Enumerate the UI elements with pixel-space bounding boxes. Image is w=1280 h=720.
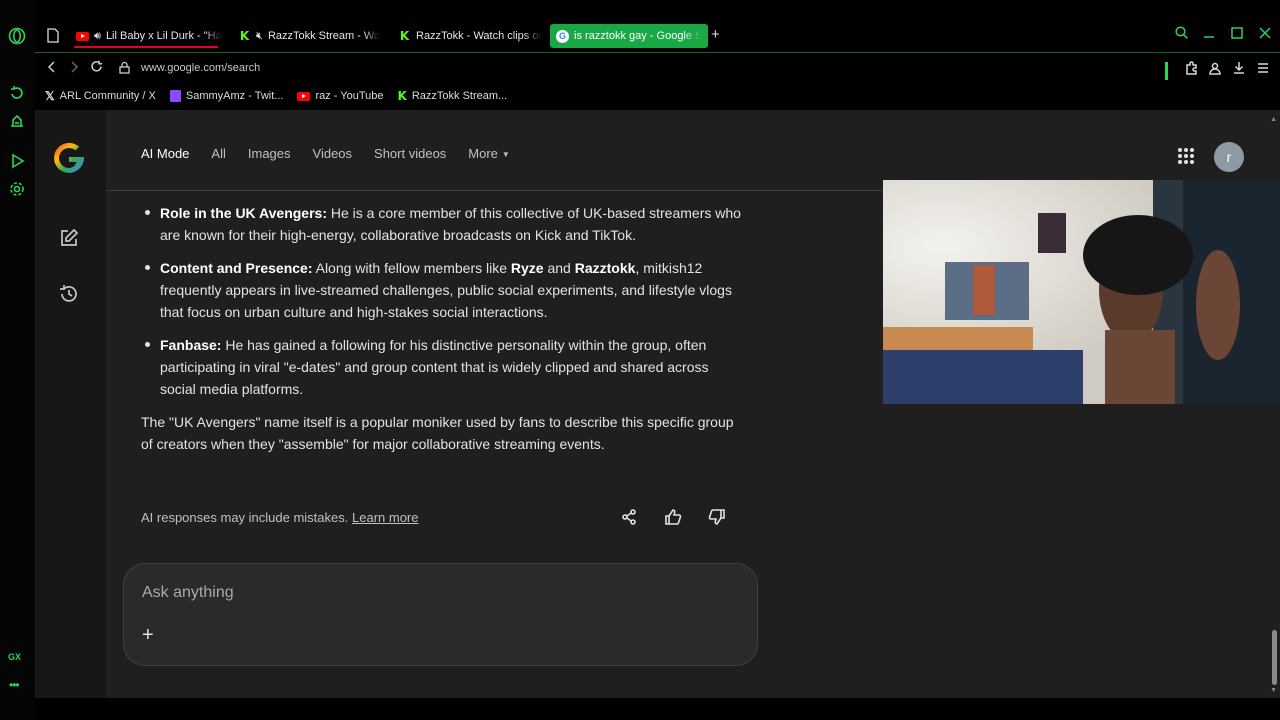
easy-setup-menu-icon[interactable] xyxy=(1256,61,1270,80)
gx-label[interactable]: GX xyxy=(8,652,21,662)
tab-bar: 🔊︎ Lil Baby x Lil Durk - "Ha K 🔇︎ RazzTo… xyxy=(35,22,1280,50)
tab-google-search[interactable]: G is razztokk gay - Google S xyxy=(550,24,708,48)
wallet-icon[interactable] xyxy=(1208,61,1222,80)
close-icon[interactable] xyxy=(1258,26,1272,39)
opera-logo-icon[interactable] xyxy=(6,25,28,47)
feedback-actions xyxy=(620,508,726,531)
sidebar-more-icon[interactable]: ••• xyxy=(9,678,20,692)
search-tabs: AI Mode All Images Videos Short videos M… xyxy=(141,146,510,161)
share-icon[interactable] xyxy=(620,508,638,531)
bookmark-razztokk-stream[interactable]: K RazzTokk Stream... xyxy=(398,89,508,103)
scrollbar-thumb[interactable] xyxy=(1272,630,1277,685)
toolbar-accent-bar xyxy=(1165,61,1168,80)
youtube-icon xyxy=(297,91,311,101)
tab-short-videos[interactable]: Short videos xyxy=(374,146,446,161)
extensions-icon[interactable] xyxy=(1184,61,1198,80)
url-field[interactable]: www.google.com/search xyxy=(141,62,260,74)
webcam-overlay xyxy=(883,180,1280,404)
ask-anything-box[interactable]: Ask anything + xyxy=(123,563,758,666)
back-icon[interactable] xyxy=(47,60,57,76)
youtube-icon xyxy=(76,30,89,43)
new-chat-edit-icon[interactable] xyxy=(59,228,79,248)
thumbs-up-icon[interactable] xyxy=(664,508,682,531)
bookmark-arl-community[interactable]: 𝕏 ARL Community / X xyxy=(45,89,156,103)
tab-images[interactable]: Images xyxy=(248,146,291,161)
caret-down-icon: ▼ xyxy=(501,150,510,160)
minimize-icon[interactable] xyxy=(1202,27,1216,39)
gx-corner-icon[interactable] xyxy=(6,110,28,132)
ai-disclaimer: AI responses may include mistakes. Learn… xyxy=(141,510,419,525)
reload-icon[interactable] xyxy=(90,60,103,76)
answer-bullet: Content and Presence: Along with fellow … xyxy=(141,257,746,323)
search-tabs-icon[interactable] xyxy=(1174,26,1188,39)
scroll-up-arrow-icon[interactable]: ▲ xyxy=(1270,116,1277,123)
address-bar: www.google.com/search xyxy=(35,52,1280,84)
ai-answer: Role in the UK Avengers: He is a core me… xyxy=(141,202,746,455)
bookmark-sammyamz-twitch[interactable]: SammyAmz - Twit... xyxy=(169,90,283,102)
answer-bullet: Fanbase: He has gained a following for h… xyxy=(141,334,746,400)
download-icon[interactable] xyxy=(1232,61,1246,80)
toolbar-right xyxy=(1165,61,1270,80)
bookmarks-bar: 𝕏 ARL Community / X SammyAmz - Twit... r… xyxy=(35,85,1280,107)
tab-island-icon[interactable] xyxy=(47,28,59,43)
gx-sidebar: GX ••• xyxy=(0,0,35,720)
lock-icon[interactable] xyxy=(119,61,130,79)
google-icon: G xyxy=(556,29,569,43)
add-attachment-button[interactable]: + xyxy=(142,625,154,645)
window-controls xyxy=(1174,26,1272,39)
speaker-icon[interactable]: 🔊︎ xyxy=(94,30,101,43)
bookmark-raz-youtube[interactable]: raz - YouTube xyxy=(297,90,384,102)
learn-more-link[interactable]: Learn more xyxy=(352,510,418,525)
history-icon[interactable] xyxy=(59,284,79,304)
google-apps-icon[interactable] xyxy=(1178,148,1194,164)
kick-icon: K xyxy=(239,29,250,43)
forward-icon[interactable] xyxy=(69,60,79,76)
tab-youtube-lil-baby[interactable]: 🔊︎ Lil Baby x Lil Durk - "Ha xyxy=(70,24,222,48)
muted-speaker-icon[interactable]: 🔇︎ xyxy=(256,30,263,43)
tab-videos[interactable]: Videos xyxy=(313,146,353,161)
google-logo-icon[interactable] xyxy=(51,140,87,176)
gx-control-icon[interactable] xyxy=(6,82,28,104)
ai-mode-left-rail xyxy=(35,110,106,698)
thumbs-down-icon[interactable] xyxy=(708,508,726,531)
ask-input[interactable]: Ask anything xyxy=(142,584,234,602)
tab-razztokk-stream[interactable]: K 🔇︎ RazzTokk Stream - Wa xyxy=(232,24,382,48)
scroll-down-arrow-icon[interactable]: ▼ xyxy=(1270,687,1277,694)
x-icon: 𝕏 xyxy=(45,89,55,103)
tab-razztokk-clips[interactable]: K RazzTokk - Watch clips on xyxy=(392,24,542,48)
maximize-icon[interactable] xyxy=(1230,26,1244,39)
kick-icon: K xyxy=(397,89,407,103)
webcam-video-image xyxy=(883,180,1280,404)
player-icon[interactable] xyxy=(6,150,28,172)
tab-all[interactable]: All xyxy=(211,146,225,161)
answer-bullet: Role in the UK Avengers: He is a core me… xyxy=(141,202,746,246)
twitch-icon xyxy=(169,90,181,102)
kick-icon: K xyxy=(399,29,410,43)
new-tab-button[interactable]: + xyxy=(711,26,720,43)
answer-paragraph: The "UK Avengers" name itself is a popul… xyxy=(141,414,734,452)
avatar[interactable]: r xyxy=(1214,142,1244,172)
tab-ai-mode[interactable]: AI Mode xyxy=(141,146,189,161)
tab-more[interactable]: More ▼ xyxy=(468,146,510,161)
settings-gear-icon[interactable] xyxy=(6,178,28,200)
